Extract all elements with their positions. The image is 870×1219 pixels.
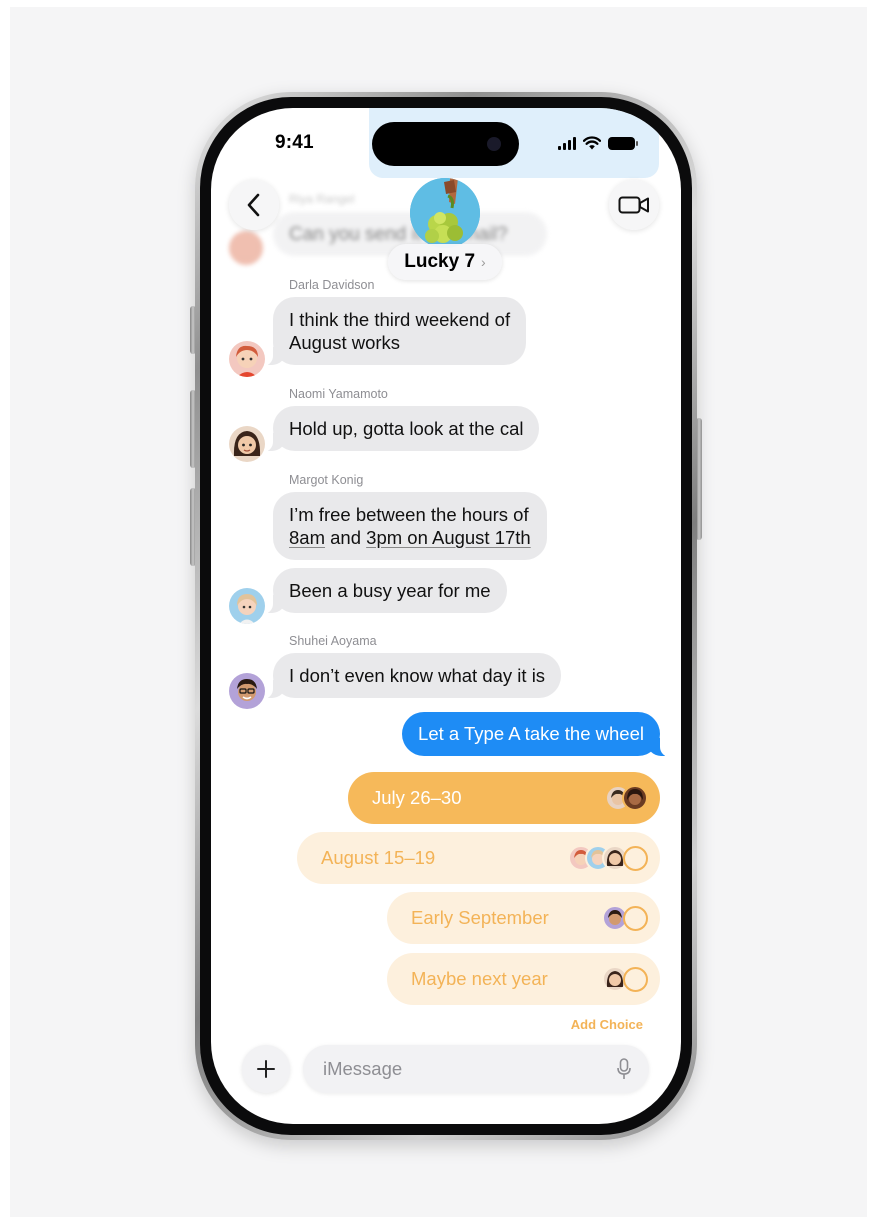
sender-name: Margot Konig	[289, 473, 364, 487]
message-bubble[interactable]: I’m free between the hours of 8am and 3p…	[273, 492, 547, 560]
sender-name: Naomi Yamamoto	[289, 387, 388, 401]
wifi-icon	[583, 136, 601, 150]
message-text: Hold up, gotta look at the cal	[289, 418, 524, 439]
dynamic-island	[372, 122, 519, 166]
add-choice-button[interactable]: Add Choice	[571, 1017, 643, 1032]
chevron-left-icon	[247, 193, 260, 217]
memoji-avatar-icon	[229, 426, 265, 462]
status-icons	[558, 136, 638, 150]
phone-frame: 9:41 Riya Rangel Can you send it by emai…	[195, 92, 697, 1140]
sender-name: Darla Davidson	[289, 278, 375, 292]
chevron-right-icon: ›	[481, 254, 486, 270]
input-placeholder: iMessage	[323, 1058, 403, 1079]
outgoing-message-bubble[interactable]: Let a Type A take the wheel	[402, 712, 670, 757]
poll-option[interactable]: Maybe next year	[387, 953, 660, 1005]
apps-plus-button[interactable]	[242, 1045, 290, 1093]
message-bubble[interactable]: Hold up, gotta look at the cal	[262, 406, 540, 452]
back-button[interactable]	[229, 180, 279, 230]
sender-name: Riya Rangel	[289, 192, 355, 206]
message-text: and	[325, 527, 367, 548]
avatar[interactable]	[229, 426, 265, 462]
memoji-avatar-icon	[229, 588, 265, 624]
poll-option-selected[interactable]: July 26–30	[348, 772, 660, 824]
avatar[interactable]	[229, 673, 265, 709]
memoji-avatar-icon	[229, 341, 265, 377]
detected-time-link[interactable]: 8am	[289, 527, 325, 548]
detected-date-link[interactable]: 3pm on August 17th	[366, 527, 531, 548]
vote-radio[interactable]	[623, 966, 648, 992]
voter-avatar	[622, 785, 648, 811]
vote-radio[interactable]	[623, 905, 648, 931]
group-name-button[interactable]: Lucky 7 ›	[388, 244, 502, 280]
phone-bezel: 9:41 Riya Rangel Can you send it by emai…	[200, 97, 692, 1135]
status-time: 9:41	[275, 132, 314, 153]
message-bubble[interactable]: Been a busy year for me	[263, 568, 507, 614]
message-text: Been a busy year for me	[289, 580, 491, 601]
poll-option[interactable]: August 15–19	[297, 832, 660, 884]
message-text: Let a Type A take the wheel	[418, 723, 644, 744]
poll-voters	[602, 905, 648, 931]
message-bubble[interactable]: I think the third weekend of August work…	[262, 297, 527, 366]
message-input[interactable]: iMessage	[303, 1045, 649, 1093]
avatar[interactable]	[229, 341, 265, 377]
poll-voters	[605, 785, 648, 811]
video-camera-icon	[618, 196, 649, 214]
group-photo-icon	[410, 178, 480, 248]
memoji-avatar-icon	[229, 673, 265, 709]
plus-icon	[257, 1060, 275, 1078]
avatar[interactable]	[229, 588, 265, 624]
poll-voters	[568, 845, 648, 871]
front-camera	[487, 137, 501, 151]
message-text-line: I think the third weekend of	[289, 309, 511, 330]
poll-voters	[602, 966, 648, 992]
message-text-line: I’m free between the hours of	[289, 504, 529, 525]
sender-name: Shuhei Aoyama	[289, 634, 377, 648]
group-avatar[interactable]	[410, 178, 480, 248]
battery-icon	[608, 136, 638, 150]
message-text: I don’t even know what day it is	[289, 665, 546, 686]
poll-option[interactable]: Early September	[387, 892, 660, 944]
message-bubble[interactable]: I don’t even know what day it is	[262, 653, 562, 699]
message-text-line: August works	[289, 332, 401, 353]
cellular-signal-icon	[558, 136, 576, 150]
video-call-button[interactable]	[609, 180, 659, 230]
microphone-icon[interactable]	[617, 1058, 631, 1080]
avatar	[229, 231, 263, 265]
phone-screen: 9:41 Riya Rangel Can you send it by emai…	[211, 108, 681, 1124]
group-name: Lucky 7	[404, 251, 476, 272]
vote-radio[interactable]	[623, 845, 648, 871]
